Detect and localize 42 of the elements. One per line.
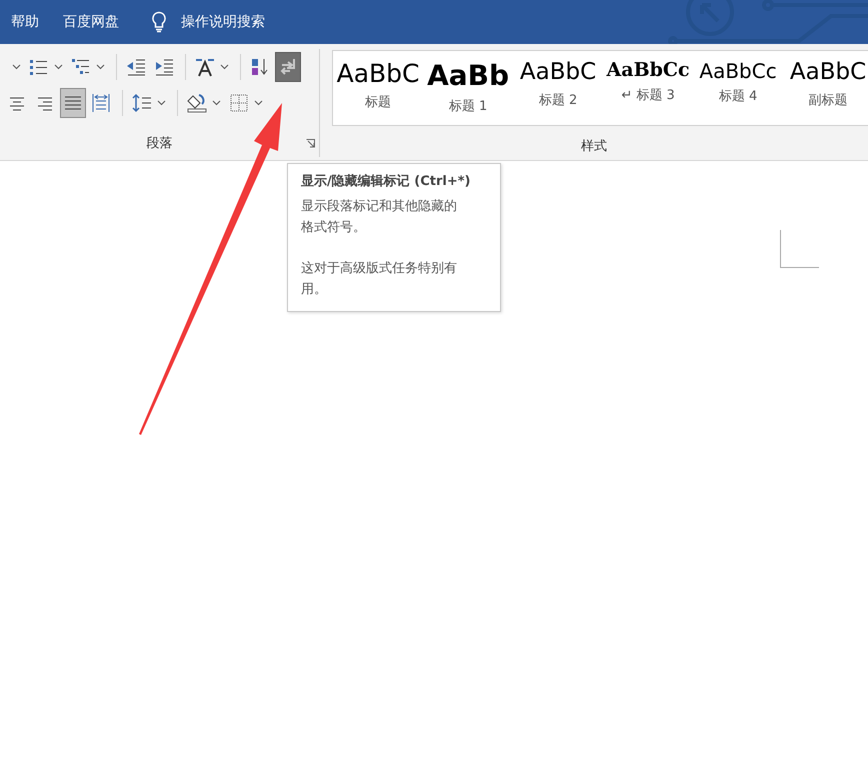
style-gallery-item[interactable]: AaBbC 副标题 [783,51,868,125]
borders-icon [229,93,249,113]
pilcrow-arrows-icon [278,57,298,77]
dialog-launcher-icon[interactable] [306,138,316,148]
style-name: 副标题 [808,92,849,110]
ribbon-button[interactable] [60,88,86,118]
style-name: 标题 [364,94,392,112]
numbered-list-icon [29,57,49,77]
tooltip-text: 这对于高级版式任务特别有用。 [301,260,458,300]
tell-me-search[interactable]: 操作说明搜索 [181,12,265,32]
caret-icon [12,64,21,70]
lightbulb-icon[interactable] [151,11,167,33]
tooltip-text: 显示段落标记和其他隐藏的格式符号。 [301,198,458,237]
style-gallery-item[interactable]: AaBbC 标题 [333,51,424,125]
indent-icon [154,57,174,77]
paint-bucket-icon [187,93,207,113]
tooltip-title: 显示/隐藏编辑标记 (Ctrl+*) [301,172,472,191]
style-preview: AaBbC [336,59,421,89]
group-label: 段落 [146,134,173,152]
ribbon-tab[interactable]: 帮助 [11,12,39,32]
style-preview: AaBbCc [698,59,778,83]
style-name: 标题 2 [538,92,578,110]
style-preview: AaBb [426,59,510,93]
style-gallery-item[interactable]: AaBbCc ↵ 标题 3 [603,51,694,125]
distributed-align-icon [91,93,111,113]
style-name: 标题 4 [718,88,758,106]
page-corner-mark [780,230,819,268]
style-name: ↵ 标题 3 [620,86,676,105]
style-preview: AaBbC [518,59,598,87]
style-name: 标题 1 [448,98,488,116]
outdent-icon [126,57,146,77]
sort-icon [250,57,270,77]
style-gallery-item[interactable]: AaBbCc 标题 4 [693,51,784,125]
multilevel-list-icon [71,57,91,77]
style-gallery-item[interactable]: AaBb 标题 1 [423,51,514,125]
style-preview: AaBbCc [605,59,691,82]
line-spacing-icon [132,93,152,113]
style-preview: AaBbC [788,59,868,87]
style-gallery-item[interactable]: AaBbC 标题 2 [513,51,604,125]
ribbon-tab[interactable]: 百度网盘 [63,12,119,32]
letter-a-arrows-icon [195,57,215,77]
group-label: 样式 [581,138,608,156]
